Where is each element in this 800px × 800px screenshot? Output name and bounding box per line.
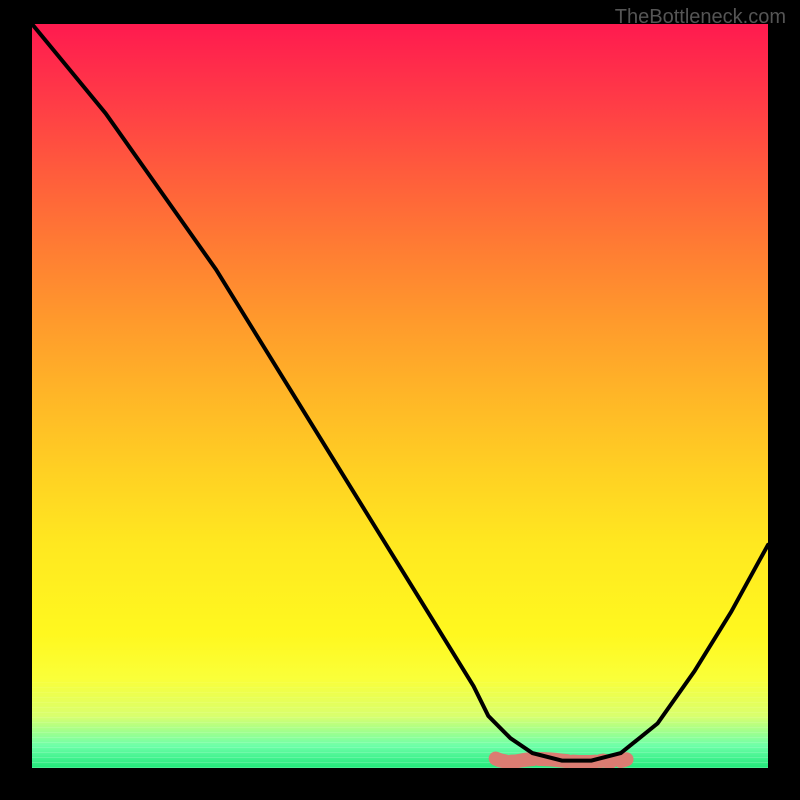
chart-plot-area [32,24,768,768]
watermark: TheBottleneck.com [615,6,786,29]
chart-curve-layer [32,24,768,768]
bottleneck-curve [32,24,768,761]
